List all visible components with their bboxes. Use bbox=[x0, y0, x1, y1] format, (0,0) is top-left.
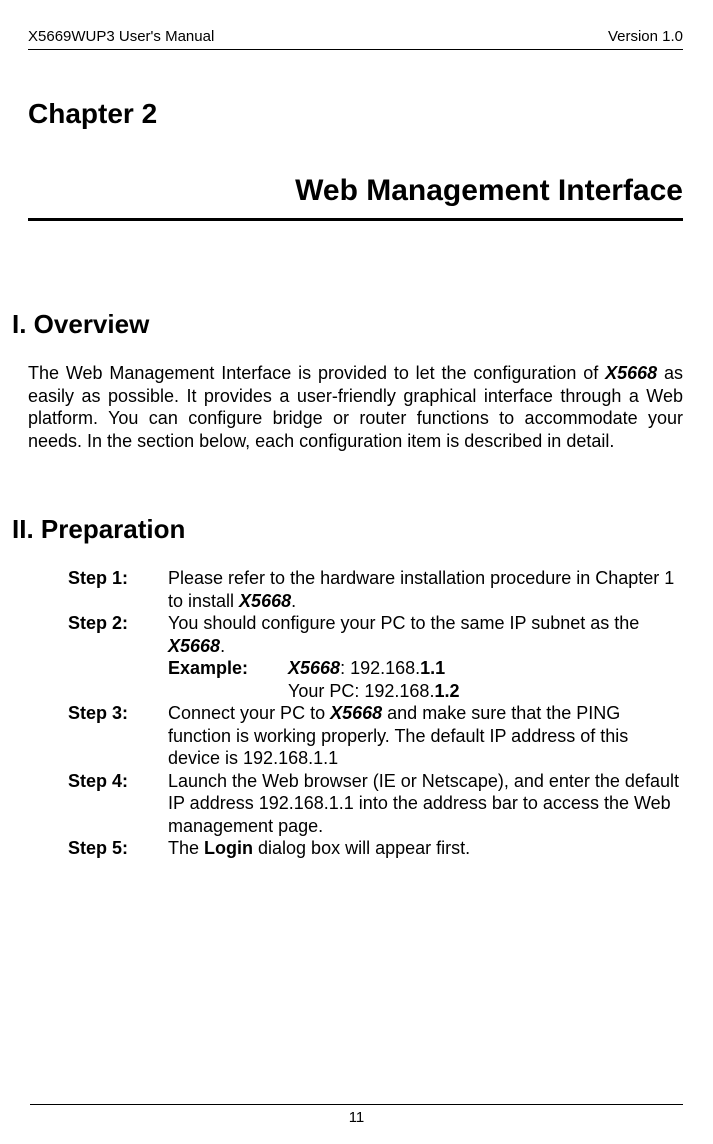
your-pc-line: Your PC: 192.168.1.2 bbox=[168, 680, 683, 703]
overview-text-pre: The Web Management Interface is provided… bbox=[28, 363, 605, 383]
running-header-right: Version 1.0 bbox=[608, 28, 683, 45]
your-pc-bold: 1.2 bbox=[434, 681, 459, 701]
example-value: X5668: 192.168.1.1 bbox=[288, 657, 683, 680]
overview-product-name: X5668 bbox=[605, 363, 657, 383]
chapter-label: Chapter 2 bbox=[28, 98, 683, 130]
running-header-left: X5669WUP3 User's Manual bbox=[28, 28, 214, 45]
step-row: Step 4: Launch the Web browser (IE or Ne… bbox=[68, 770, 683, 838]
step-text: . bbox=[220, 636, 225, 656]
step-row: Step 2: You should configure your PC to … bbox=[68, 612, 683, 702]
step-product: X5668 bbox=[168, 636, 220, 656]
step-label: Step 4: bbox=[68, 770, 168, 838]
example-line: Example: X5668: 192.168.1.1 bbox=[168, 657, 683, 680]
step-content: The Login dialog box will appear first. bbox=[168, 837, 683, 860]
step-row: Step 1: Please refer to the hardware ins… bbox=[68, 567, 683, 612]
example-product: X5668 bbox=[288, 658, 340, 678]
step-text: The bbox=[168, 838, 204, 858]
step-text: . bbox=[291, 591, 296, 611]
section-heading-preparation: II. Preparation bbox=[12, 514, 683, 545]
step-content: Please refer to the hardware installatio… bbox=[168, 567, 683, 612]
step-label: Step 1: bbox=[68, 567, 168, 612]
step-product: X5668 bbox=[239, 591, 291, 611]
step-row: Step 3: Connect your PC to X5668 and mak… bbox=[68, 702, 683, 770]
chapter-title: Web Management Interface bbox=[28, 174, 683, 221]
step-content: Connect your PC to X5668 and make sure t… bbox=[168, 702, 683, 770]
step-content: You should configure your PC to the same… bbox=[168, 612, 683, 702]
overview-paragraph: The Web Management Interface is provided… bbox=[28, 362, 683, 452]
step-text: You should configure your PC to the same… bbox=[168, 613, 639, 633]
step-label: Step 3: bbox=[68, 702, 168, 770]
section-heading-overview: I. Overview bbox=[12, 309, 683, 340]
step-bold: Login bbox=[204, 838, 253, 858]
steps-list: Step 1: Please refer to the hardware ins… bbox=[28, 567, 683, 860]
step-row: Step 5: The Login dialog box will appear… bbox=[68, 837, 683, 860]
step-product: X5668 bbox=[330, 703, 382, 723]
example-label: Example: bbox=[168, 657, 288, 680]
page-footer: 11 bbox=[30, 1104, 683, 1126]
step-text: Launch the Web browser (IE or Netscape),… bbox=[168, 771, 679, 836]
running-header: X5669WUP3 User's Manual Version 1.0 bbox=[28, 28, 683, 50]
example-ip-prefix: : 192.168. bbox=[340, 658, 420, 678]
document-page: X5669WUP3 User's Manual Version 1.0 Chap… bbox=[0, 0, 713, 1144]
step-label: Step 5: bbox=[68, 837, 168, 860]
step-text: dialog box will appear first. bbox=[253, 838, 470, 858]
step-content: Launch the Web browser (IE or Netscape),… bbox=[168, 770, 683, 838]
step-text: Connect your PC to bbox=[168, 703, 330, 723]
your-pc-prefix: Your PC: 192.168. bbox=[288, 681, 434, 701]
example-ip-bold: 1.1 bbox=[420, 658, 445, 678]
page-number: 11 bbox=[349, 1109, 365, 1126]
step-label: Step 2: bbox=[68, 612, 168, 702]
